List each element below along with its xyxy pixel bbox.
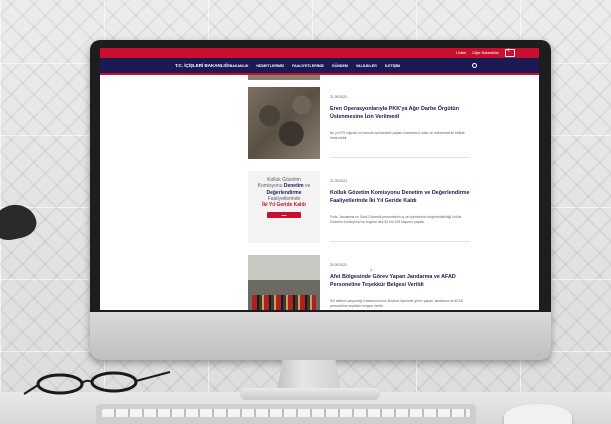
nav-item-bakanlik[interactable]: BAKANLIK xyxy=(230,64,249,68)
screen: Linkler Diğer Bakanlıklar T.C. İÇİŞLERİ … xyxy=(100,48,539,310)
nav-menu: BAKANLIK HİZMETLERİMİZ FAALİYETLERİMİZ G… xyxy=(230,64,400,68)
monitor-stand-base xyxy=(240,388,380,400)
news-excerpt: Bu yıl 979 sığınak ve barınak içerisinde… xyxy=(330,131,465,141)
news-item[interactable]: 20.09.2021 Afet Bölgesinde Görev Yapan J… xyxy=(248,255,478,310)
promo-graphic: Kolluk Gözetim Komisyonu Denetim ve Değe… xyxy=(248,171,320,243)
nav-item-faaliyetlerimiz[interactable]: FAALİYETLERİMİZ xyxy=(292,64,324,68)
nav-item-gundem[interactable]: GÜNDEM xyxy=(332,64,348,68)
news-thumbnail[interactable] xyxy=(248,87,320,159)
keyboard-keys xyxy=(102,409,470,417)
news-date: 20.09.2021 xyxy=(330,263,347,267)
promo-line: ve xyxy=(304,183,311,190)
news-date: 21.09.2021 xyxy=(330,179,347,183)
search-icon[interactable] xyxy=(472,63,477,68)
divider xyxy=(330,241,470,242)
news-excerpt: Polis, Jandarma ve Sahil Güvenlik person… xyxy=(330,215,462,225)
news-thumbnail[interactable]: Kolluk Gözetim Komisyonu Denetim ve Değe… xyxy=(248,171,320,243)
promo-logo: ▬▬ xyxy=(267,212,301,219)
news-item[interactable]: Kolluk Gözetim Komisyonu Denetim ve Değe… xyxy=(248,171,478,251)
turkish-flag-icon xyxy=(505,48,515,57)
site-brand[interactable]: T.C. İÇİŞLERİ BAKANLIĞI xyxy=(175,63,230,68)
main-navbar: T.C. İÇİŞLERİ BAKANLIĞI BAKANLIK HİZMETL… xyxy=(100,58,539,73)
promo-line: İki Yıl Geride Kaldı xyxy=(262,202,306,208)
news-title[interactable]: Afet Bölgesinde Görev Yapan Jandarma ve … xyxy=(330,273,470,289)
news-excerpt: Sel afetinin yaşandığı Kastamonu'nun Boz… xyxy=(330,299,464,309)
news-date: 21.09.2021 xyxy=(330,95,347,99)
eyeglasses xyxy=(23,371,171,395)
topbar-link-links[interactable]: Linkler xyxy=(456,51,466,55)
news-thumbnail[interactable] xyxy=(248,255,320,310)
mouse xyxy=(504,404,572,424)
monitor-chin xyxy=(90,312,551,360)
top-utility-bar: Linkler Diğer Bakanlıklar xyxy=(100,48,539,58)
chevron-right-icon[interactable]: › xyxy=(370,267,372,274)
divider xyxy=(330,157,470,158)
nav-item-iletisim[interactable]: İLETİŞİM xyxy=(385,64,400,68)
news-item[interactable]: 21.09.2021 Eren Operasyonlarıyla PKK'ya … xyxy=(248,87,478,167)
news-title[interactable]: Kolluk Gözetim Komisyonu Denetim ve Değe… xyxy=(330,189,470,205)
nav-item-valilikler[interactable]: VALİLİKLER xyxy=(356,64,377,68)
topbar-link-ministries[interactable]: Diğer Bakanlıklar xyxy=(472,51,499,55)
promo-line: Komisyonu xyxy=(257,183,283,190)
previous-thumbnail-edge xyxy=(248,75,320,80)
nav-item-hizmetlerimiz[interactable]: HİZMETLERİMİZ xyxy=(256,64,284,68)
promo-line: Denetim xyxy=(283,183,304,190)
news-title[interactable]: Eren Operasyonlarıyla PKK'ya Ağır Darbe … xyxy=(330,105,470,121)
